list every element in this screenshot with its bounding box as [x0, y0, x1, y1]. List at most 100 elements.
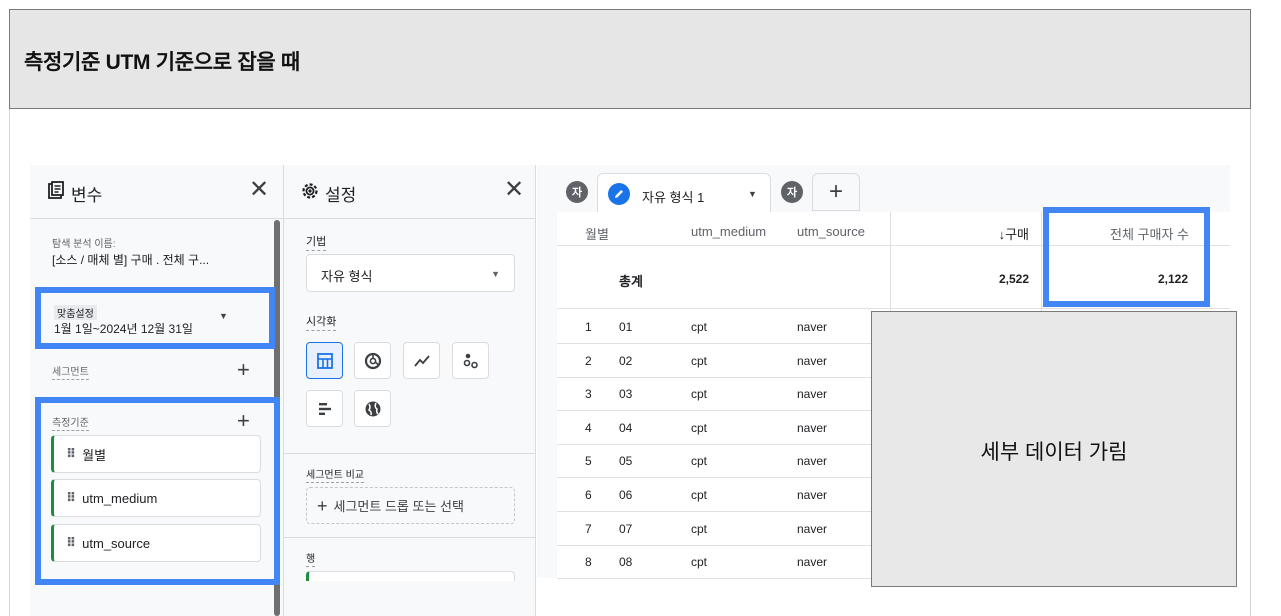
cell-utm-source: naver [797, 521, 828, 536]
hidden-data-overlay: 세부 데이터 가림 [871, 311, 1237, 587]
line-chart-icon[interactable] [403, 342, 440, 379]
cell-month: 05 [619, 454, 633, 469]
dimension-chip-utm-medium[interactable]: ⠿ utm_medium [51, 479, 261, 517]
cell-utm-source: naver [797, 353, 828, 368]
column-header-month[interactable]: 월별 [585, 224, 609, 243]
column-header-purchases[interactable]: ↓구매 [977, 224, 1029, 243]
cell-utm-medium: cpt [691, 521, 708, 536]
settings-header: 설정 ✕ [284, 165, 535, 219]
avatar[interactable]: 자 [566, 181, 588, 203]
total-purchases: 2,522 [998, 272, 1029, 286]
drag-handle-icon[interactable]: ⠿ [66, 446, 76, 462]
visualization-label: 시각화 [306, 313, 337, 331]
chevron-down-icon[interactable]: ▼ [748, 189, 757, 199]
segment-drop-zone[interactable]: + 세그먼트 드롭 또는 선택 [306, 487, 515, 524]
dimension-chip-month[interactable]: ⠿ 월별 [51, 435, 261, 473]
gear-icon [300, 181, 320, 206]
table-icon[interactable] [306, 342, 343, 379]
row-index: 4 [585, 420, 592, 435]
technique-label: 기법 [306, 233, 327, 251]
row-index: 7 [585, 521, 592, 536]
cell-utm-source: naver [797, 320, 828, 334]
explore-name-input[interactable]: [소스 / 매체 별] 구매 . 전체 구... [52, 251, 209, 268]
title-banner: 측정기준 UTM 기준으로 잡을 때 [9, 9, 1251, 109]
date-range-selector[interactable]: 맞춤설정 1월 1일~2024년 12월 31일 ▼ [35, 287, 275, 349]
row-index: 6 [585, 488, 592, 502]
cell-month: 07 [619, 521, 633, 536]
globe-icon[interactable] [354, 390, 391, 427]
section-divider [284, 453, 535, 454]
cell-utm-source: naver [797, 555, 828, 570]
row-index: 5 [585, 454, 592, 469]
settings-title: 설정 [325, 186, 357, 205]
date-tag: 맞춤설정 [54, 305, 97, 320]
chevron-down-icon: ▼ [491, 269, 500, 279]
tab-bar: 자 자유 형식 1 ▼ 자 + [537, 165, 1230, 213]
cell-utm-medium: cpt [691, 320, 708, 334]
cell-month: 06 [619, 488, 633, 502]
segments-label: 세그먼트 [52, 363, 89, 380]
dimension-chip-label: utm_medium [82, 490, 158, 506]
tab-label: 자유 형식 1 [642, 190, 705, 205]
cell-utm-medium: cpt [691, 454, 708, 469]
segment-drop-text: 세그먼트 드롭 또는 선택 [333, 499, 464, 514]
column-header-utm-medium[interactable]: utm_medium [691, 224, 766, 239]
technique-value: 자유 형식 [321, 269, 373, 284]
cell-month: 08 [619, 555, 633, 570]
plus-icon: + [317, 495, 328, 516]
rows-label: 행 [306, 550, 316, 567]
total-label: 총계 [619, 274, 643, 289]
row-index: 8 [585, 555, 592, 570]
cell-utm-medium: cpt [691, 420, 708, 435]
pencil-icon [608, 183, 630, 205]
variables-title: 변수 [71, 186, 103, 205]
cell-utm-medium: cpt [691, 488, 708, 502]
cell-month: 01 [619, 320, 633, 334]
donut-chart-icon[interactable] [354, 342, 391, 379]
dimension-chip-label: 월별 [82, 447, 107, 463]
dimensions-label: 측정기준 [52, 414, 89, 431]
tab-free-form[interactable]: 자유 형식 1 ▼ [597, 173, 771, 213]
drag-handle-icon[interactable]: ⠿ [66, 535, 76, 551]
variables-icon [46, 181, 66, 206]
bar-chart-icon[interactable] [306, 390, 343, 427]
add-dimension-icon[interactable]: + [237, 410, 250, 432]
cell-utm-source: naver [797, 488, 828, 502]
variables-panel: 변수 ✕ 탐색 분석 이름: [소스 / 매체 별] 구매 . 전체 구... … [30, 165, 283, 616]
row-index: 3 [585, 387, 592, 402]
settings-panel: 설정 ✕ 기법 자유 형식 ▼ 시각화 세그먼트 비교 + 세그먼트 드롭 또는… [283, 165, 536, 616]
dimensions-section: 측정기준 + ⠿ 월별 ⠿ utm_medium ⠿ utm_source [35, 397, 280, 585]
dimension-chip-utm-source[interactable]: ⠿ utm_source [51, 524, 261, 562]
hidden-data-text: 세부 데이터 가림 [980, 441, 1128, 464]
variables-header: 변수 ✕ [30, 165, 283, 219]
explore-name-label: 탐색 분석 이름: [52, 239, 116, 250]
row-index: 2 [585, 353, 592, 368]
scatter-icon[interactable] [452, 342, 489, 379]
technique-select[interactable]: 자유 형식 ▼ [306, 254, 515, 292]
cell-utm-source: naver [797, 387, 828, 402]
dimension-chip-label: utm_source [82, 535, 151, 551]
cell-utm-medium: cpt [691, 353, 708, 368]
close-icon[interactable]: ✕ [248, 178, 270, 202]
column-header-utm-source[interactable]: utm_source [797, 224, 865, 239]
cell-month: 02 [619, 353, 633, 368]
chevron-down-icon[interactable]: ▼ [219, 311, 228, 321]
avatar[interactable]: 자 [781, 181, 803, 203]
add-tab-button[interactable]: + [812, 173, 860, 211]
cell-month: 03 [619, 387, 633, 402]
add-segment-icon[interactable]: + [237, 359, 250, 381]
cell-utm-source: naver [797, 420, 828, 435]
highlight-box [1043, 207, 1210, 307]
row-index: 1 [585, 320, 592, 334]
cell-utm-medium: cpt [691, 387, 708, 402]
cell-utm-source: naver [797, 454, 828, 469]
row-divider [557, 308, 1230, 309]
segment-compare-label: 세그먼트 비교 [306, 466, 364, 483]
date-range-value: 1월 1일~2024년 12월 31일 [54, 322, 193, 336]
cell-month: 04 [619, 420, 633, 435]
section-divider [284, 537, 535, 538]
page-title: 측정기준 UTM 기준으로 잡을 때 [24, 51, 300, 74]
close-icon[interactable]: ✕ [503, 178, 525, 202]
drag-handle-icon[interactable]: ⠿ [66, 490, 76, 506]
row-chip[interactable] [306, 571, 515, 581]
